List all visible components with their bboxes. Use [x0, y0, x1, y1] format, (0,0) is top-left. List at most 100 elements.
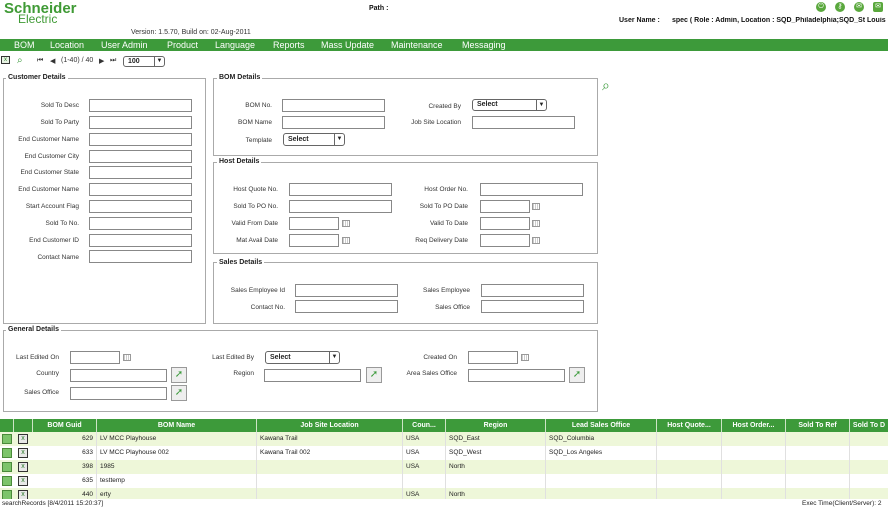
main-menu: BOM Location User Admin Product Language… [0, 39, 888, 51]
cell-host-order [722, 446, 786, 460]
start-account-flag-label: Start Account Flag [25, 203, 79, 210]
last-edited-by-select[interactable]: Select ▼ [265, 351, 340, 364]
host-quote-no-label: Host Quote No. [233, 186, 278, 193]
job-site-location-input[interactable] [472, 116, 575, 129]
edit-icon[interactable] [2, 462, 12, 472]
area-sales-office-lookup-icon[interactable]: ➚ [569, 367, 585, 383]
end-customer-city-input[interactable] [89, 150, 192, 163]
grid-col-sold-to-ref[interactable]: Sold To Ref [786, 419, 850, 432]
mail-icon[interactable]: ✉ [873, 2, 883, 12]
area-sales-office-input[interactable] [468, 369, 565, 382]
menu-messaging[interactable]: Messaging [462, 39, 506, 51]
grid-col-job-site[interactable]: Job Site Location [257, 419, 403, 432]
calendar-icon[interactable] [521, 354, 529, 361]
grid-col-lead-sales-office[interactable]: Lead Sales Office [546, 419, 657, 432]
end-customer-state-input[interactable] [89, 166, 192, 179]
table-row[interactable]: x 629 LV MCC Playhouse Kawana Trail USA … [0, 432, 888, 446]
last-edited-on-input[interactable] [70, 351, 120, 364]
created-on-input[interactable] [468, 351, 518, 364]
sold-to-no-input[interactable] [89, 217, 192, 230]
valid-to-date-input[interactable] [480, 217, 530, 230]
menu-bom[interactable]: BOM [14, 39, 35, 51]
grid-col-region[interactable]: Region [446, 419, 546, 432]
table-row[interactable]: x 398 1985 USA North [0, 460, 888, 474]
sold-to-po-no-input[interactable] [289, 200, 392, 213]
sales-employee-id-input[interactable] [295, 284, 398, 297]
created-by-select[interactable]: Select ▼ [472, 99, 547, 111]
grid-col-country[interactable]: Coun... [403, 419, 446, 432]
region-lookup-icon[interactable]: ➚ [366, 367, 382, 383]
sales-office-input[interactable] [481, 300, 584, 313]
menu-maintenance[interactable]: Maintenance [391, 39, 443, 51]
menu-location[interactable]: Location [50, 39, 84, 51]
search-icon[interactable]: ⌕ [602, 77, 610, 94]
edit-icon[interactable] [2, 434, 12, 444]
chat-icon[interactable]: ✉ [854, 2, 864, 12]
table-row[interactable]: x 635 testtemp [0, 474, 888, 488]
calendar-icon[interactable] [532, 220, 540, 227]
menu-mass-update[interactable]: Mass Update [321, 39, 374, 51]
calendar-icon[interactable] [342, 237, 350, 244]
bom-name-input[interactable] [282, 116, 385, 129]
search-toggle-icon[interactable]: ⌕ [17, 55, 31, 67]
export-icon[interactable]: x [18, 462, 28, 472]
sales-office-lookup-icon[interactable]: ➚ [171, 385, 187, 401]
start-account-flag-input[interactable] [89, 200, 192, 213]
mat-avail-date-input[interactable] [289, 234, 339, 247]
grid-col-host-quote[interactable]: Host Quote... [657, 419, 722, 432]
template-select[interactable]: Select ▼ [283, 133, 345, 146]
valid-to-date-label: Valid To Date [429, 220, 468, 227]
sold-to-po-date-input[interactable] [480, 200, 530, 213]
country-input[interactable] [70, 369, 167, 382]
calendar-icon[interactable] [342, 220, 350, 227]
valid-from-date-input[interactable] [289, 217, 339, 230]
sales-employee-input[interactable] [481, 284, 584, 297]
page-size-select[interactable]: 100 ▼ [123, 56, 165, 67]
export-excel-icon[interactable]: x [1, 56, 10, 64]
power-icon[interactable]: ⏻ [816, 2, 826, 12]
last-page-icon[interactable]: ⏭ [110, 57, 116, 65]
host-quote-no-input[interactable] [289, 183, 392, 196]
grid-col-sold-to-d[interactable]: Sold To D [850, 419, 888, 432]
export-icon[interactable]: x [18, 434, 28, 444]
calendar-icon[interactable] [123, 354, 131, 361]
country-lookup-icon[interactable]: ➚ [171, 367, 187, 383]
edit-icon[interactable] [2, 476, 12, 486]
calendar-icon[interactable] [532, 237, 540, 244]
menu-user-admin[interactable]: User Admin [101, 39, 148, 51]
req-delivery-date-input[interactable] [480, 234, 530, 247]
end-customer-name-input[interactable] [89, 133, 192, 146]
menu-reports[interactable]: Reports [273, 39, 305, 51]
next-page-icon[interactable]: ▶ [99, 57, 104, 65]
general-sales-office-input[interactable] [70, 387, 167, 400]
end-customer-name-2-input[interactable] [89, 183, 192, 196]
grid-col-bom-guid[interactable]: BOM Guid [33, 419, 97, 432]
end-customer-id-input[interactable] [89, 234, 192, 247]
bom-no-input[interactable] [282, 99, 385, 112]
edit-icon[interactable] [2, 490, 12, 499]
region-input[interactable] [264, 369, 361, 382]
sold-to-desc-input[interactable] [89, 99, 192, 112]
valid-from-date-label: Valid From Date [231, 220, 278, 227]
table-row[interactable]: x 440 erty USA North [0, 488, 888, 499]
sold-to-party-input[interactable] [89, 116, 192, 129]
menu-language[interactable]: Language [215, 39, 255, 51]
prev-page-icon[interactable]: ◀ [50, 57, 55, 65]
grid-col-host-order[interactable]: Host Order... [722, 419, 786, 432]
calendar-icon[interactable] [532, 203, 540, 210]
export-icon[interactable]: x [18, 448, 28, 458]
grid-col-action2 [14, 419, 33, 432]
contact-no-input[interactable] [295, 300, 398, 313]
host-order-no-input[interactable] [480, 183, 583, 196]
first-page-icon[interactable]: ⏮ [37, 57, 43, 65]
cell-country [403, 474, 446, 488]
export-icon[interactable]: x [18, 476, 28, 486]
key-icon[interactable]: ⚷ [835, 2, 845, 12]
export-icon[interactable]: x [18, 490, 28, 499]
menu-product[interactable]: Product [167, 39, 198, 51]
table-row[interactable]: x 633 LV MCC Playhouse 002 Kawana Trail … [0, 446, 888, 460]
grid-col-bom-name[interactable]: BOM Name [97, 419, 257, 432]
status-left: searchRecords [8/4/2011 15:20:37] [2, 500, 104, 507]
contact-name-input[interactable] [89, 250, 192, 263]
edit-icon[interactable] [2, 448, 12, 458]
